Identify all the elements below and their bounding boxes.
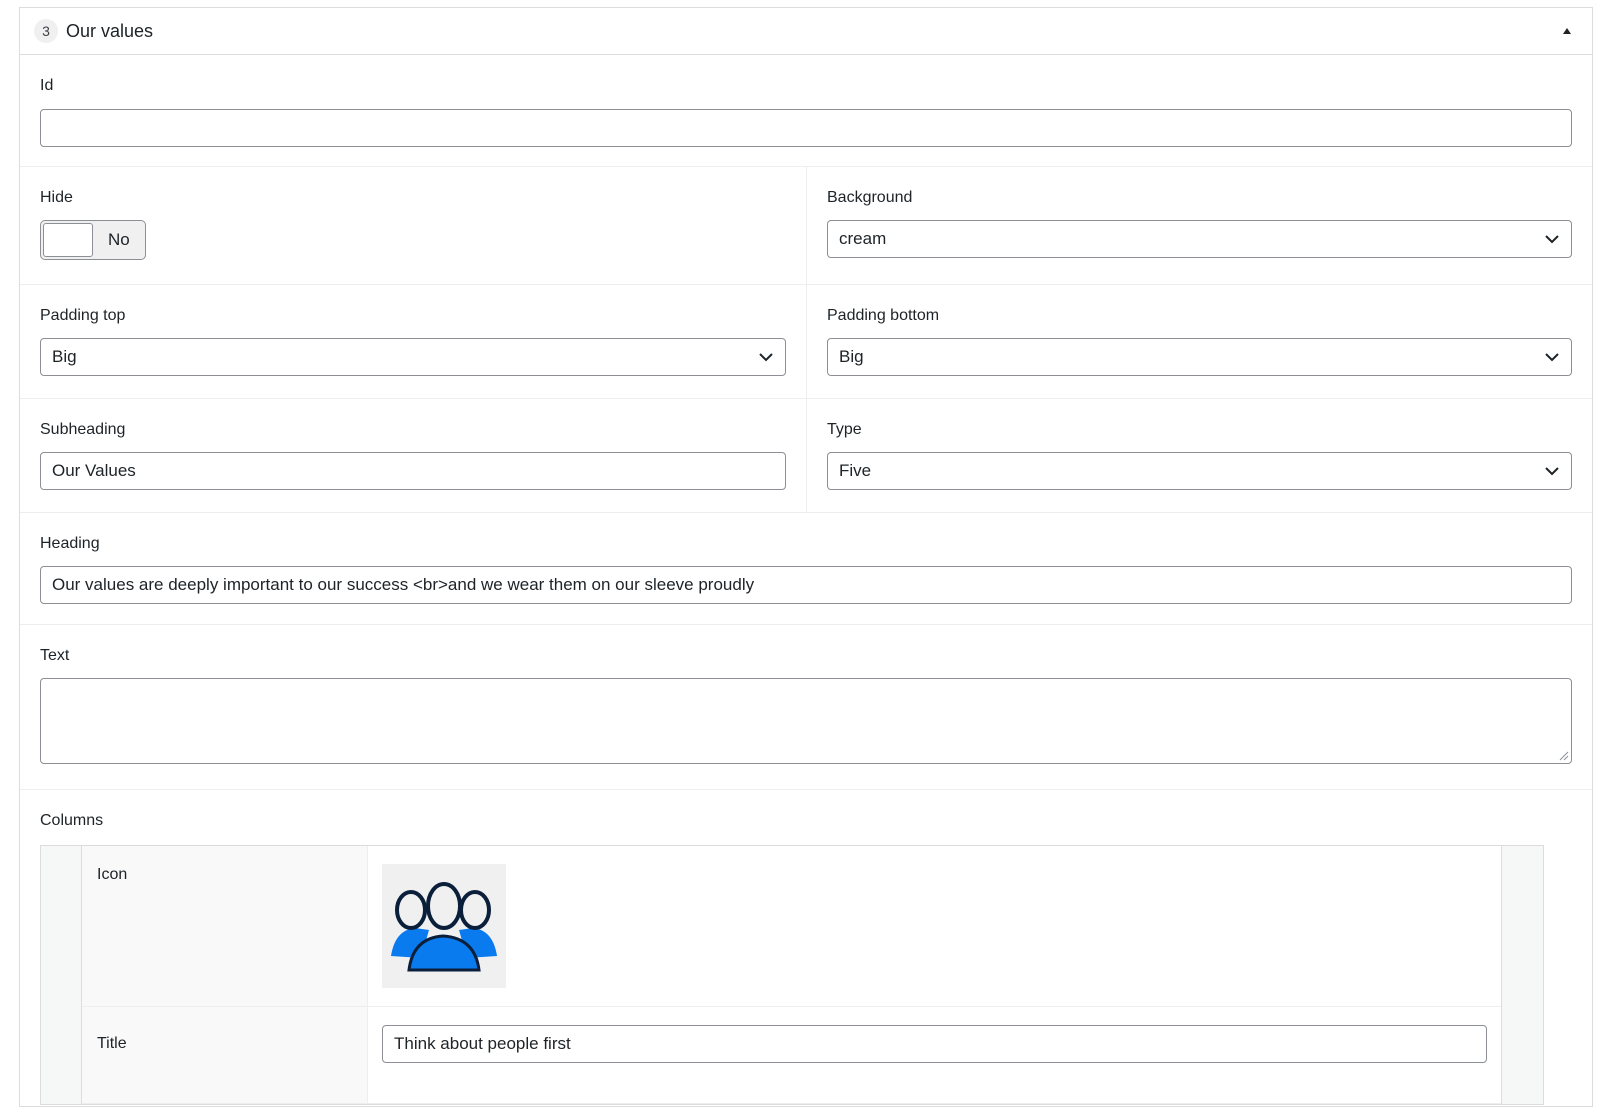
field-hide: Hide No xyxy=(20,167,806,284)
padding-bottom-select[interactable]: Big xyxy=(827,338,1572,376)
field-padding-top: Padding top Big xyxy=(20,285,806,398)
id-input[interactable] xyxy=(40,109,1572,147)
field-text: Text xyxy=(20,625,1592,789)
columns-repeater: Icon Title Think about people first xyxy=(40,845,1544,1105)
padding-top-label: Padding top xyxy=(40,307,126,324)
heading-label: Heading xyxy=(40,535,100,552)
field-background: Background cream xyxy=(806,167,1592,284)
repeater-row-title: Title Think about people first xyxy=(82,1007,1501,1104)
padding-top-select[interactable]: Big xyxy=(40,338,786,376)
type-select-value: Five xyxy=(839,461,872,480)
hide-label: Hide xyxy=(40,189,73,206)
hide-toggle[interactable]: No xyxy=(40,220,146,260)
title-field-label: Title xyxy=(82,1007,368,1103)
heading-input[interactable]: Our values are deeply important to our s… xyxy=(40,566,1572,604)
field-type: Type Five xyxy=(806,399,1592,512)
icon-field-label: Icon xyxy=(82,846,368,1006)
row-id: Id xyxy=(20,55,1592,167)
background-label: Background xyxy=(827,189,913,206)
chevron-down-icon xyxy=(1545,353,1559,362)
panel-title: Our values xyxy=(66,20,154,41)
toggle-knob[interactable] xyxy=(43,223,93,257)
text-textarea[interactable] xyxy=(40,678,1572,764)
field-columns: Columns Icon Title Think about people fi… xyxy=(20,790,1592,1105)
subheading-label: Subheading xyxy=(40,421,126,438)
resize-grip-icon[interactable] xyxy=(1559,751,1569,761)
columns-label: Columns xyxy=(40,812,104,829)
padding-bottom-select-value: Big xyxy=(839,347,864,366)
chevron-down-icon xyxy=(1545,235,1559,244)
people-group-icon xyxy=(391,882,497,972)
subheading-input[interactable]: Our Values xyxy=(40,452,786,490)
id-label: Id xyxy=(40,77,54,94)
row-hide-background: Hide No Background cream xyxy=(20,167,1592,285)
collapse-arrow-icon[interactable] xyxy=(1560,24,1574,38)
title-input[interactable]: Think about people first xyxy=(382,1025,1487,1063)
padding-bottom-label: Padding bottom xyxy=(827,307,940,324)
background-select-value: cream xyxy=(839,229,887,248)
icon-field xyxy=(368,846,1501,1006)
icon-image-preview[interactable] xyxy=(382,864,506,988)
padding-top-select-value: Big xyxy=(52,347,77,366)
field-padding-bottom: Padding bottom Big xyxy=(806,285,1592,398)
row-subheading-type: Subheading Our Values Type Five xyxy=(20,399,1592,513)
repeater-row-body: Icon Title Think about people first xyxy=(82,846,1501,1104)
type-label: Type xyxy=(827,421,862,438)
panel-header[interactable]: 3 Our values xyxy=(20,8,1592,55)
chevron-down-icon xyxy=(1545,467,1559,476)
row-drag-handle[interactable] xyxy=(41,846,82,1104)
chevron-down-icon xyxy=(759,353,773,362)
layout-order-badge: 3 xyxy=(34,19,58,43)
layout-panel: 3 Our values Id Hide No Background cream xyxy=(19,7,1593,1107)
repeater-row-icon: Icon xyxy=(82,846,1501,1007)
title-field: Think about people first xyxy=(368,1007,1501,1103)
row-heading: Heading Our values are deeply important … xyxy=(20,513,1592,625)
field-subheading: Subheading Our Values xyxy=(20,399,806,512)
row-text: Text xyxy=(20,625,1592,790)
row-padding: Padding top Big Padding bottom Big xyxy=(20,285,1592,399)
field-id: Id xyxy=(20,55,1592,166)
row-tools[interactable] xyxy=(1501,846,1543,1104)
toggle-state-text: No xyxy=(108,230,130,249)
background-select[interactable]: cream xyxy=(827,220,1572,258)
type-select[interactable]: Five xyxy=(827,452,1572,490)
text-label: Text xyxy=(40,647,70,664)
field-heading: Heading Our values are deeply important … xyxy=(20,513,1592,624)
